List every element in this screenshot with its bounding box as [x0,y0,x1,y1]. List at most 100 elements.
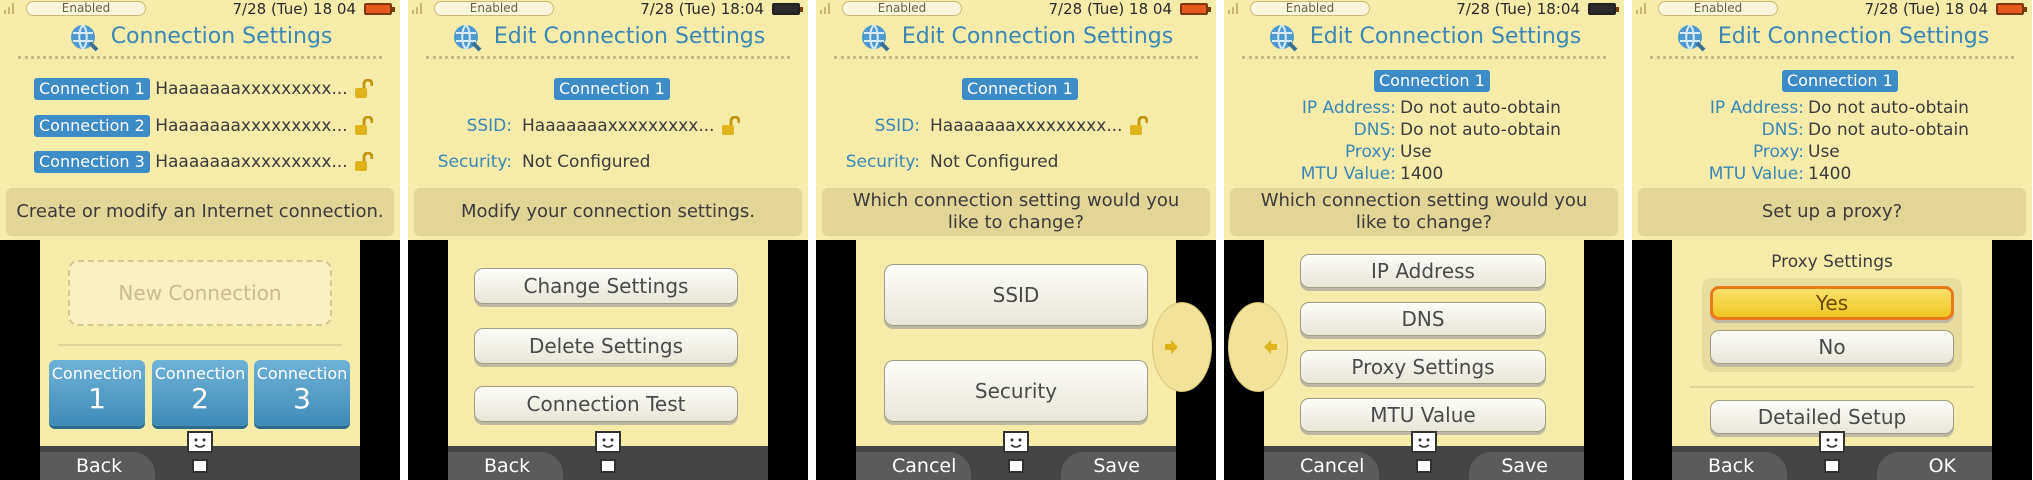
page-title: Edit Connection Settings [493,24,766,49]
page-title: Edit Connection Settings [901,24,1174,49]
screen-choose-setting-page-2: Enabled 7/28 (Tue) 18:04 Edit Connection… [1224,0,1624,480]
bottom-bar: Back [40,431,360,480]
signal-icon [4,2,16,14]
proxy-label: Proxy: [1344,142,1396,162]
back-button[interactable]: Back [448,452,563,480]
mtu-value-button[interactable]: MTU Value [1300,398,1546,432]
cancel-button[interactable]: Cancel [856,452,971,480]
next-page-button[interactable] [1152,302,1212,392]
unlock-icon [1129,116,1148,135]
connection-2-button[interactable]: Connection 2 [152,360,248,426]
connection-tag: Connection 1 [1374,70,1490,92]
ssid-value: Haaaaaaaxxxxxxxxx... [930,115,1148,137]
top-screen: Enabled 7/28 (Tue) 18 04 Edit Connection… [1632,0,2032,240]
help-face-icon[interactable] [1001,430,1031,476]
change-settings-button[interactable]: Change Settings [474,268,738,304]
status-bar: Enabled 7/28 (Tue) 18 04 [816,0,1216,18]
dns-value: Do not auto-obtain [1808,120,1969,140]
connection-3-button[interactable]: Connection 3 [254,360,350,426]
back-button[interactable]: Back [40,452,155,480]
wireless-status-badge: Enabled [1658,1,1778,16]
ip-address-label: IP Address: [1709,98,1804,118]
help-face-icon[interactable] [1409,430,1439,476]
screen-edit-connection: Enabled 7/28 (Tue) 18:04 Edit Connection… [408,0,808,480]
ip-address-value: Do not auto-obtain [1808,98,1969,118]
connection-tag-row: Connection 1 [1374,70,1490,92]
bottom-bar: Cancel Save [856,431,1176,480]
title-bar: Edit Connection Settings [1632,20,2032,58]
connection-tag: Connection 2 [34,115,150,137]
globe-wrench-icon [70,24,99,52]
tile-number: 2 [191,382,209,415]
top-screen: Enabled 7/28 (Tue) 18:04 Edit Connection… [1224,0,1624,240]
clock: 7/28 (Tue) 18 04 [232,0,357,18]
no-button[interactable]: No [1710,330,1954,364]
proxy-settings-button[interactable]: Proxy Settings [1300,350,1546,384]
battery-icon [364,3,395,15]
security-button[interactable]: Security [884,360,1148,422]
help-message: Create or modify an Internet connection. [6,188,394,236]
ip-address-button[interactable]: IP Address [1300,254,1546,288]
status-bar: Enabled 7/28 (Tue) 18:04 [408,0,808,18]
ssid-button[interactable]: SSID [884,264,1148,326]
ssid-label: SSID: [466,116,512,136]
previous-page-button[interactable] [1228,302,1288,392]
wireless-status-badge: Enabled [842,1,962,16]
yes-button[interactable]: Yes [1710,286,1954,320]
proxy-heading: Proxy Settings [1771,252,1893,272]
tile-number: 1 [88,382,106,415]
ip-address-value: Do not auto-obtain [1400,98,1561,118]
globe-wrench-icon [1677,24,1706,52]
top-screen: Enabled 7/28 (Tue) 18:04 Edit Connection… [408,0,808,240]
signal-icon [820,2,832,14]
unlock-icon [355,116,374,135]
detailed-setup-button[interactable]: Detailed Setup [1710,400,1954,434]
help-face-icon[interactable] [593,430,623,476]
connection-tag: Connection 1 [554,78,670,100]
ssid-label: SSID: [874,116,920,136]
help-face-icon[interactable] [185,430,215,476]
connection-tag: Connection 3 [34,151,150,173]
help-message: Which connection setting would you like … [822,188,1210,236]
proxy-label: Proxy: [1752,142,1804,162]
clock: 7/28 (Tue) 18:04 [640,0,764,18]
save-button[interactable]: Save [1469,452,1584,480]
connection-name: Haaaaaaaxxxxxxxxx... [155,152,348,172]
proxy-value: Use [1808,142,1840,162]
divider [18,56,382,59]
title-bar: Edit Connection Settings [408,20,808,58]
cancel-button[interactable]: Cancel [1264,452,1379,480]
battery-icon [772,3,803,15]
new-connection-button[interactable]: New Connection [68,260,332,326]
unlock-icon [721,116,740,135]
touch-screen: Proxy Settings Yes No Detailed Setup Bac… [1672,240,1992,480]
touch-screen: IP Address DNS Proxy Settings MTU Value … [1228,240,1584,480]
save-button[interactable]: Save [1061,452,1176,480]
page-title: Connection Settings [110,24,333,49]
status-bar: Enabled 7/28 (Tue) 18:04 [1224,0,1624,18]
screen-connection-settings: Enabled 7/28 (Tue) 18 04 Connection Sett… [0,0,400,480]
status-bar: Enabled 7/28 (Tue) 18 04 [1632,0,2032,18]
page-title: Edit Connection Settings [1717,24,1990,49]
ok-button[interactable]: OK [1877,452,1992,480]
signal-icon [1636,2,1648,14]
divider [1650,56,2014,59]
signal-icon [412,2,424,14]
mtu-value: 1400 [1808,164,1852,184]
dns-button[interactable]: DNS [1300,302,1546,336]
security-label: Security: [845,152,920,172]
globe-wrench-icon [1269,24,1298,52]
touch-screen: New Connection Connection 1 Connection 2… [40,240,360,480]
clock: 7/28 (Tue) 18 04 [1048,0,1173,18]
mtu-label: MTU Value: [1708,164,1804,184]
security-value: Not Configured [522,152,651,172]
back-button[interactable]: Back [1672,452,1787,480]
screen-choose-setting: Enabled 7/28 (Tue) 18 04 Edit Connection… [816,0,1216,480]
ssid-value: Haaaaaaaxxxxxxxxx... [522,115,740,137]
delete-settings-button[interactable]: Delete Settings [474,328,738,364]
tile-label: Connection [51,364,143,383]
divider [1690,386,1974,388]
help-face-icon[interactable] [1817,430,1847,476]
connection-test-button[interactable]: Connection Test [474,386,738,422]
connection-1-button[interactable]: Connection 1 [49,360,145,426]
